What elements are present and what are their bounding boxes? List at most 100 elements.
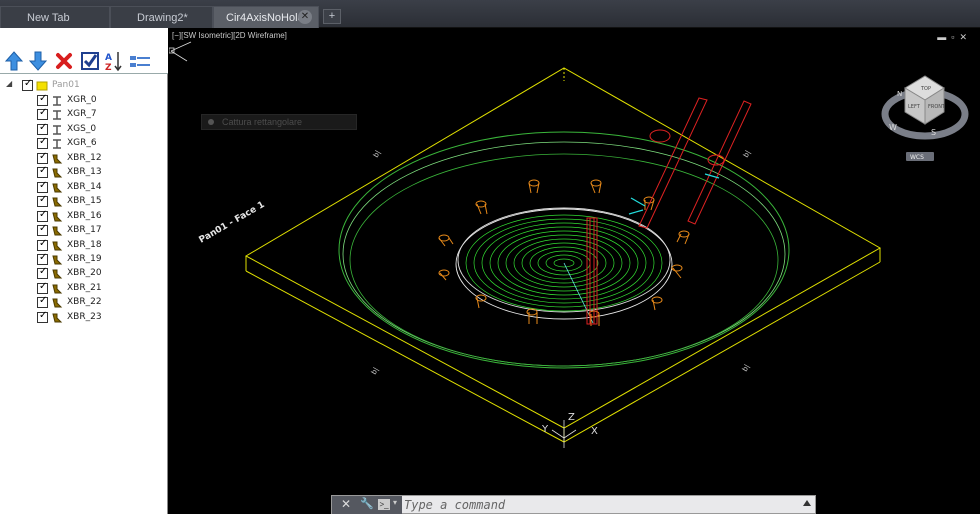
panel-icon	[36, 81, 48, 91]
tree-item-label: XBR_21	[67, 282, 102, 293]
tab-cir4axisnohole[interactable]: Cir4AxisNoHole* ✕	[213, 6, 319, 28]
visibility-checkbox[interactable]	[37, 238, 48, 251]
wrench-icon[interactable]: 🔧	[360, 497, 374, 510]
svg-text:b|: b|	[370, 366, 380, 376]
drill-icon	[52, 255, 63, 265]
beam-icon	[53, 139, 61, 150]
visibility-checkbox[interactable]	[37, 310, 48, 323]
beam-icon	[53, 110, 61, 121]
command-history-arrow-icon[interactable]	[803, 500, 811, 506]
axis-y-label: Y	[541, 424, 549, 435]
tree-item-label: XBR_15	[67, 196, 102, 207]
visibility-checkbox[interactable]	[37, 209, 48, 222]
visibility-checkbox[interactable]	[37, 252, 48, 265]
drill-icon	[52, 269, 63, 279]
sort-az-icon[interactable]: A Z	[104, 50, 124, 72]
layer-tree-panel: A Z ◢ Pan01 XGR_0 XGR_7 XGS_0 XGR_6 XBR_12 XBR_…	[0, 28, 168, 514]
svg-text:Z: Z	[105, 63, 112, 72]
drill-icon	[52, 197, 63, 207]
tab-label: New Tab	[27, 12, 70, 24]
tree-item-label: XBR_17	[67, 225, 102, 236]
drill-icon	[52, 298, 63, 308]
visibility-checkbox[interactable]	[37, 180, 48, 193]
svg-text:b|: b|	[742, 149, 752, 159]
drawing-canvas[interactable]: Pan01 - Face 1 b| b| b| b| Z Y X TOP LEF…	[169, 28, 980, 514]
tree-item-label: XGR_6	[67, 138, 97, 149]
tree-item-label: XGS_0	[67, 123, 97, 134]
tab-label: Drawing2*	[137, 12, 188, 24]
visibility-checkbox[interactable]	[37, 93, 48, 106]
drill-icon	[52, 313, 63, 323]
world-axes-icon	[551, 420, 577, 448]
viewcube-front-label: FRONT	[928, 104, 946, 110]
tree-item-label: XBR_14	[67, 181, 102, 192]
tree-item-label: XBR_20	[67, 268, 102, 279]
compass-w-label: W	[889, 123, 897, 132]
move-up-icon[interactable]	[4, 50, 24, 72]
visibility-checkbox[interactable]	[37, 136, 48, 150]
check-all-icon[interactable]	[80, 50, 100, 72]
visibility-checkbox[interactable]	[37, 165, 48, 179]
svg-text:b|: b|	[741, 363, 751, 373]
delete-icon[interactable]	[54, 50, 74, 72]
wcs-label: WCS	[910, 154, 924, 161]
viewcube[interactable]: TOP LEFT FRONT N W S	[881, 75, 969, 140]
beam-icon	[53, 125, 61, 135]
compass-s-label: S	[931, 128, 936, 137]
command-prompt-icon[interactable]: >_	[378, 499, 390, 510]
visibility-checkbox[interactable]	[37, 194, 48, 208]
tree-item-label: XBR_12	[67, 152, 102, 163]
visibility-checkbox[interactable]	[22, 78, 33, 91]
wcs-menu[interactable]: WCS	[906, 152, 934, 161]
drill-icon	[52, 226, 63, 236]
command-line-tools: ✕ 🔧 >_ ▾	[332, 496, 402, 514]
axis-x-label: X	[591, 426, 598, 437]
beam-icon	[53, 96, 61, 106]
move-down-icon[interactable]	[28, 50, 48, 72]
drill-icon	[52, 154, 63, 164]
tree-item-label: XBR_23	[67, 311, 102, 322]
ucs-corner-icon	[169, 41, 192, 62]
face-label: Pan01 - Face 1	[198, 200, 267, 246]
axis-z-label: Z	[568, 412, 575, 423]
tab-drawing2[interactable]: Drawing2*	[110, 6, 213, 28]
add-tab-button[interactable]: +	[323, 9, 341, 24]
visibility-checkbox[interactable]	[37, 281, 48, 294]
tool-shapes	[586, 97, 752, 325]
tree-item-label: XBR_16	[67, 210, 102, 221]
visibility-checkbox[interactable]	[37, 295, 48, 309]
drill-icon	[52, 168, 63, 178]
close-icon[interactable]: ✕	[298, 10, 312, 24]
drill-icon	[52, 284, 63, 294]
command-input[interactable]	[402, 496, 802, 514]
tab-bar: New Tab Drawing2* Cir4AxisNoHole* ✕ +	[0, 0, 980, 28]
tab-label: Cir4AxisNoHole*	[226, 12, 308, 24]
drill-icon	[52, 212, 63, 222]
svg-text:A: A	[105, 53, 112, 63]
tree-item-label: XGR_7	[67, 109, 97, 120]
viewcube-top-label: TOP	[920, 86, 931, 92]
drill-icon	[52, 241, 63, 250]
expand-arrow-icon[interactable]: ◢	[6, 79, 12, 88]
visibility-checkbox[interactable]	[37, 107, 48, 121]
tree-item-label: XBR_19	[67, 253, 102, 264]
drill-icon	[52, 183, 63, 193]
svg-text:b|: b|	[372, 149, 382, 159]
tree-item-label: XGR_0	[67, 95, 97, 105]
visibility-checkbox[interactable]	[37, 151, 48, 164]
tree-item-label: XBR_13	[67, 167, 102, 178]
tab-new-tab[interactable]: New Tab	[0, 6, 110, 28]
viewcube-left-label: LEFT	[908, 104, 921, 110]
visibility-checkbox[interactable]	[37, 122, 48, 135]
approach-vectors	[628, 173, 720, 215]
tree-item-label: Pan01	[52, 80, 80, 90]
chevron-down-icon[interactable]: ▾	[393, 498, 397, 507]
panel-toolbar: A Z	[0, 28, 168, 74]
tree-item-label: XBR_22	[67, 297, 102, 308]
properties-icon[interactable]	[128, 50, 152, 72]
visibility-checkbox[interactable]	[37, 223, 48, 237]
visibility-checkbox[interactable]	[37, 266, 48, 280]
tree-item-label: XBR_18	[67, 239, 102, 250]
drawing-viewport[interactable]: [−][SW Isometric][2D Wireframe] ▬▫✕ Catt…	[169, 28, 980, 514]
close-icon[interactable]: ✕	[341, 497, 351, 511]
